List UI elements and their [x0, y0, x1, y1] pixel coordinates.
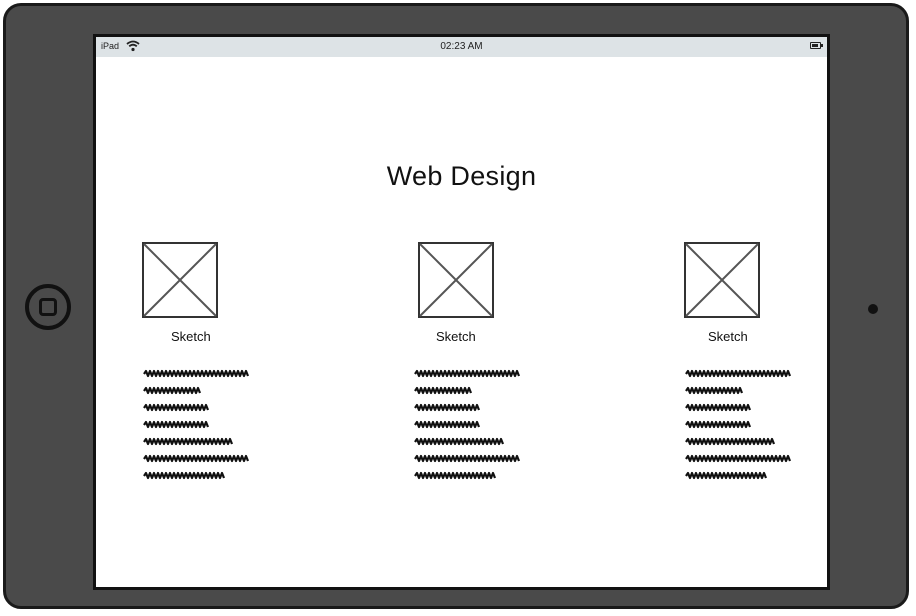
- content-column-1: Sketch: [114, 240, 314, 500]
- scribble-line: [685, 386, 744, 395]
- scribble-line: [414, 386, 473, 395]
- scribble-line: [143, 403, 210, 412]
- scribble-line: [685, 454, 792, 463]
- status-bar: iPad 02:23 AM: [96, 37, 827, 57]
- scribble-line: [685, 369, 792, 378]
- scribble-line: [685, 471, 768, 480]
- home-button-square-icon: [39, 298, 57, 316]
- scribble-line: [414, 369, 521, 378]
- home-button[interactable]: [25, 284, 71, 330]
- battery-icon: [810, 42, 821, 49]
- image-placeholder-icon: [142, 242, 218, 318]
- ipad-frame: iPad 02:23 AM Web Design Sketch Sketch S…: [3, 3, 909, 609]
- image-caption: Sketch: [708, 329, 748, 344]
- scribble-line: [414, 420, 481, 429]
- scribble-line: [414, 403, 481, 412]
- battery-tip: [821, 44, 823, 47]
- scribble-line: [143, 369, 250, 378]
- content-column-2: Sketch: [385, 240, 585, 500]
- scribble-line: [414, 471, 497, 480]
- scribble-line: [685, 420, 752, 429]
- scribble-line: [143, 420, 210, 429]
- scribble-line: [414, 437, 505, 446]
- scribble-line: [143, 386, 202, 395]
- image-placeholder-icon: [684, 242, 760, 318]
- screen: iPad 02:23 AM Web Design Sketch Sketch S…: [93, 34, 830, 590]
- scribble-line: [685, 403, 752, 412]
- image-placeholder-icon: [418, 242, 494, 318]
- scribble-line: [143, 471, 226, 480]
- scribble-line: [685, 437, 776, 446]
- camera-icon: [868, 304, 878, 314]
- content-column-3: Sketch: [656, 240, 827, 500]
- placeholder-text-scribble: [142, 368, 252, 488]
- image-caption: Sketch: [436, 329, 476, 344]
- scribble-line: [143, 454, 250, 463]
- scribble-line: [143, 437, 234, 446]
- scribble-line: [414, 454, 521, 463]
- placeholder-text-scribble: [413, 368, 523, 488]
- page-title: Web Design: [386, 161, 537, 191]
- status-time: 02:23 AM: [440, 41, 483, 52]
- image-caption: Sketch: [171, 329, 211, 344]
- placeholder-text-scribble: [684, 368, 794, 488]
